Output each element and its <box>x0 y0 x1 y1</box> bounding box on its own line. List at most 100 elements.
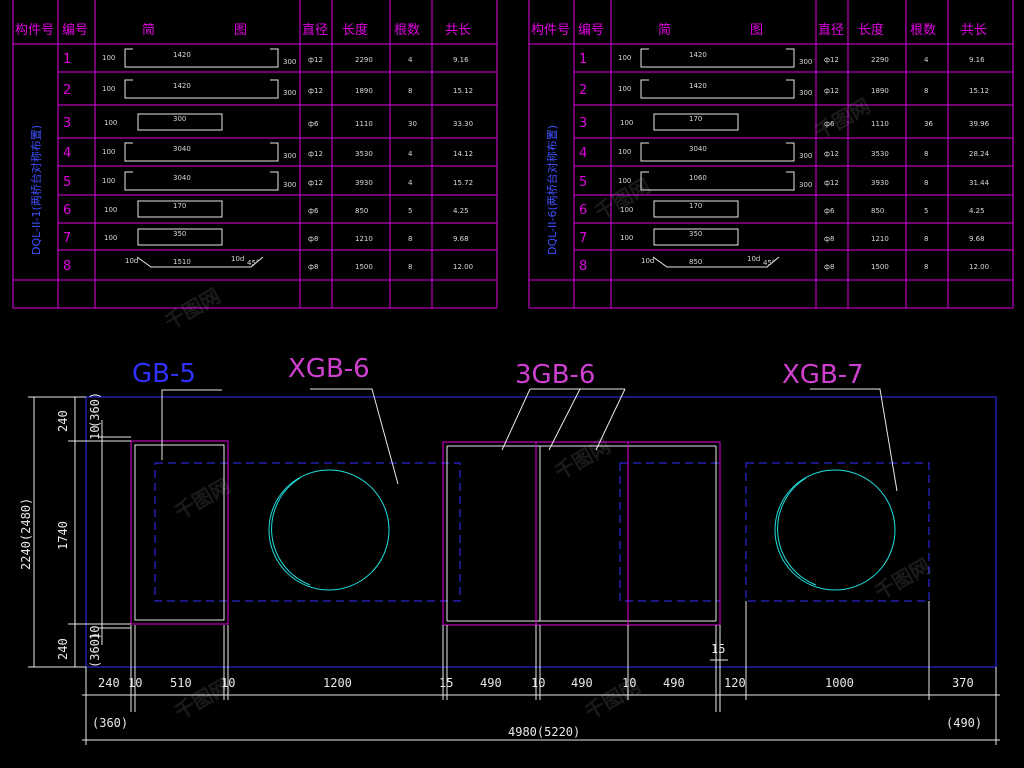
dim-top-alt: (360) <box>88 392 102 428</box>
dim-text: 1000 <box>825 676 854 690</box>
cell-length: 1210 <box>355 235 373 243</box>
dim-overall: 4980(5220) <box>508 725 580 739</box>
dim-mid: 170 <box>689 115 702 123</box>
cell-total: 12.00 <box>969 263 989 271</box>
leader-xgb7 <box>810 388 898 492</box>
row-number: 1 <box>579 52 587 67</box>
dim-small-15: 15 <box>711 642 725 656</box>
rebar-shape <box>640 171 795 191</box>
row-number: 7 <box>63 231 71 246</box>
rebar-shape <box>640 48 795 68</box>
table-row: 7 100 350 ф8 1210 8 9.68 <box>579 228 985 246</box>
dim-left: 100 <box>620 119 633 127</box>
table-row: 4 100 300 3040 ф12 3530 8 28.24 <box>579 142 990 162</box>
dim-right: 300 <box>799 89 812 97</box>
cell-total: 9.68 <box>969 235 985 243</box>
cell-count: 4 <box>408 56 413 64</box>
row-number: 1 <box>63 52 71 67</box>
table-row: 1 100 300 1420 ф12 2290 4 9.16 <box>579 48 985 68</box>
cell-diameter: ф12 <box>308 56 323 64</box>
dim-right: 300 <box>799 181 812 189</box>
row-number: 6 <box>63 203 71 218</box>
table-row: 8 10d 10d 45°1510ф8 1500 8 12.00 <box>63 255 473 274</box>
dim-mid: 170 <box>689 202 702 210</box>
dim-text: 10 <box>128 676 142 690</box>
table-rows: 1 100 300 1420 ф12 2290 4 9.16 2 100 300 1420 ф12 189… <box>63 48 473 274</box>
cell-length: 1890 <box>355 87 373 95</box>
dim-mid: 1420 <box>173 51 191 59</box>
cell-count: 8 <box>924 150 928 158</box>
dim-text: 10 <box>531 676 545 690</box>
slab-gb5-inner <box>134 444 225 621</box>
row-number: 5 <box>579 175 587 190</box>
cell-count: 36 <box>924 120 933 128</box>
dim-right: 300 <box>799 58 812 66</box>
dim-text: 510 <box>170 676 192 690</box>
header-diagram-a: 简 <box>142 22 155 38</box>
cell-length: 3530 <box>871 150 889 158</box>
group-label: DQL-II-6(两桥台对称布置) <box>545 125 559 255</box>
circular-hole-xgb7 <box>774 469 896 591</box>
cell-diameter: ф12 <box>824 56 839 64</box>
dim-text: 120 <box>724 676 746 690</box>
dim-text: 1200 <box>323 676 352 690</box>
hole-inner-arc <box>271 477 311 586</box>
table-row: 3 100 170ф6 1110 36 39.96 <box>579 113 990 131</box>
slab-gb5 <box>130 440 229 625</box>
table-row: 4 100 300 3040 ф12 3530 4 14.12 <box>63 142 473 162</box>
header-count: 根数 <box>394 23 420 38</box>
cell-diameter: ф12 <box>308 87 323 95</box>
table-row: 5 100 300 3040 ф12 3930 4 15.72 <box>63 171 473 191</box>
row-number: 4 <box>63 146 71 161</box>
row-number: 2 <box>579 83 587 98</box>
header-total: 共长 <box>961 23 987 38</box>
cell-length: 850 <box>871 207 884 215</box>
cell-count: 4 <box>924 56 929 64</box>
label-3gb6: 3GB-6 <box>515 360 595 390</box>
header-number: 编号 <box>578 23 604 38</box>
table-row: 6 100 170ф6 850 5 4.25 <box>579 200 985 218</box>
cell-count: 8 <box>408 87 412 95</box>
cell-length: 1210 <box>871 235 889 243</box>
cell-total: 31.44 <box>969 179 990 187</box>
cell-diameter: ф12 <box>824 87 839 95</box>
cell-length: 2290 <box>871 56 889 64</box>
cell-total: 15.12 <box>453 87 473 95</box>
row-number: 5 <box>63 175 71 190</box>
cell-length: 3930 <box>871 179 889 187</box>
dim-right: 300 <box>283 58 296 66</box>
cell-length: 3530 <box>355 150 373 158</box>
dim-mid: 1060 <box>689 174 707 182</box>
dim-left: 100 <box>102 54 115 62</box>
cell-diameter: ф12 <box>824 150 839 158</box>
dim-mid: 1420 <box>689 51 707 59</box>
dim-right: 300 <box>283 181 296 189</box>
cell-diameter: ф8 <box>824 263 834 271</box>
dim-right: 10d <box>231 255 244 263</box>
opening-outline <box>85 396 997 668</box>
dim-mid: 3040 <box>173 174 191 182</box>
cell-total: 39.96 <box>969 120 990 128</box>
dim-left-alt: (360) <box>92 716 128 730</box>
angle-label: 45° <box>247 259 259 267</box>
dim-mid: 1740 <box>56 521 70 550</box>
plan-drawing: GB-5 XGB-6 3GB-6 XGB-7 240 10 (360) 1740… <box>19 354 1000 745</box>
dashed-beam-middle <box>619 462 721 602</box>
cell-length: 3930 <box>355 179 373 187</box>
rebar-table-left: 构件号 编号 简 图 直径 长度 根数 共长 DQL-II-1(两桥台对称布置)… <box>12 0 498 309</box>
dim-left: 100 <box>102 148 115 156</box>
cell-total: 4.25 <box>969 207 985 215</box>
watermark-text: 千图网 <box>811 94 875 145</box>
dim-text: 490 <box>480 676 502 690</box>
dim-mid: 1420 <box>173 82 191 90</box>
cell-diameter: ф12 <box>308 179 323 187</box>
dim-mid: 3040 <box>173 145 191 153</box>
cell-diameter: ф12 <box>308 150 323 158</box>
header-diameter: 直径 <box>818 23 844 38</box>
cell-count: 8 <box>924 235 928 243</box>
cell-total: 9.16 <box>453 56 469 64</box>
rebar-shape <box>124 142 279 162</box>
dim-left: 100 <box>104 206 117 214</box>
label-xgb7: XGB-7 <box>782 360 864 390</box>
rebar-shape <box>640 79 795 99</box>
